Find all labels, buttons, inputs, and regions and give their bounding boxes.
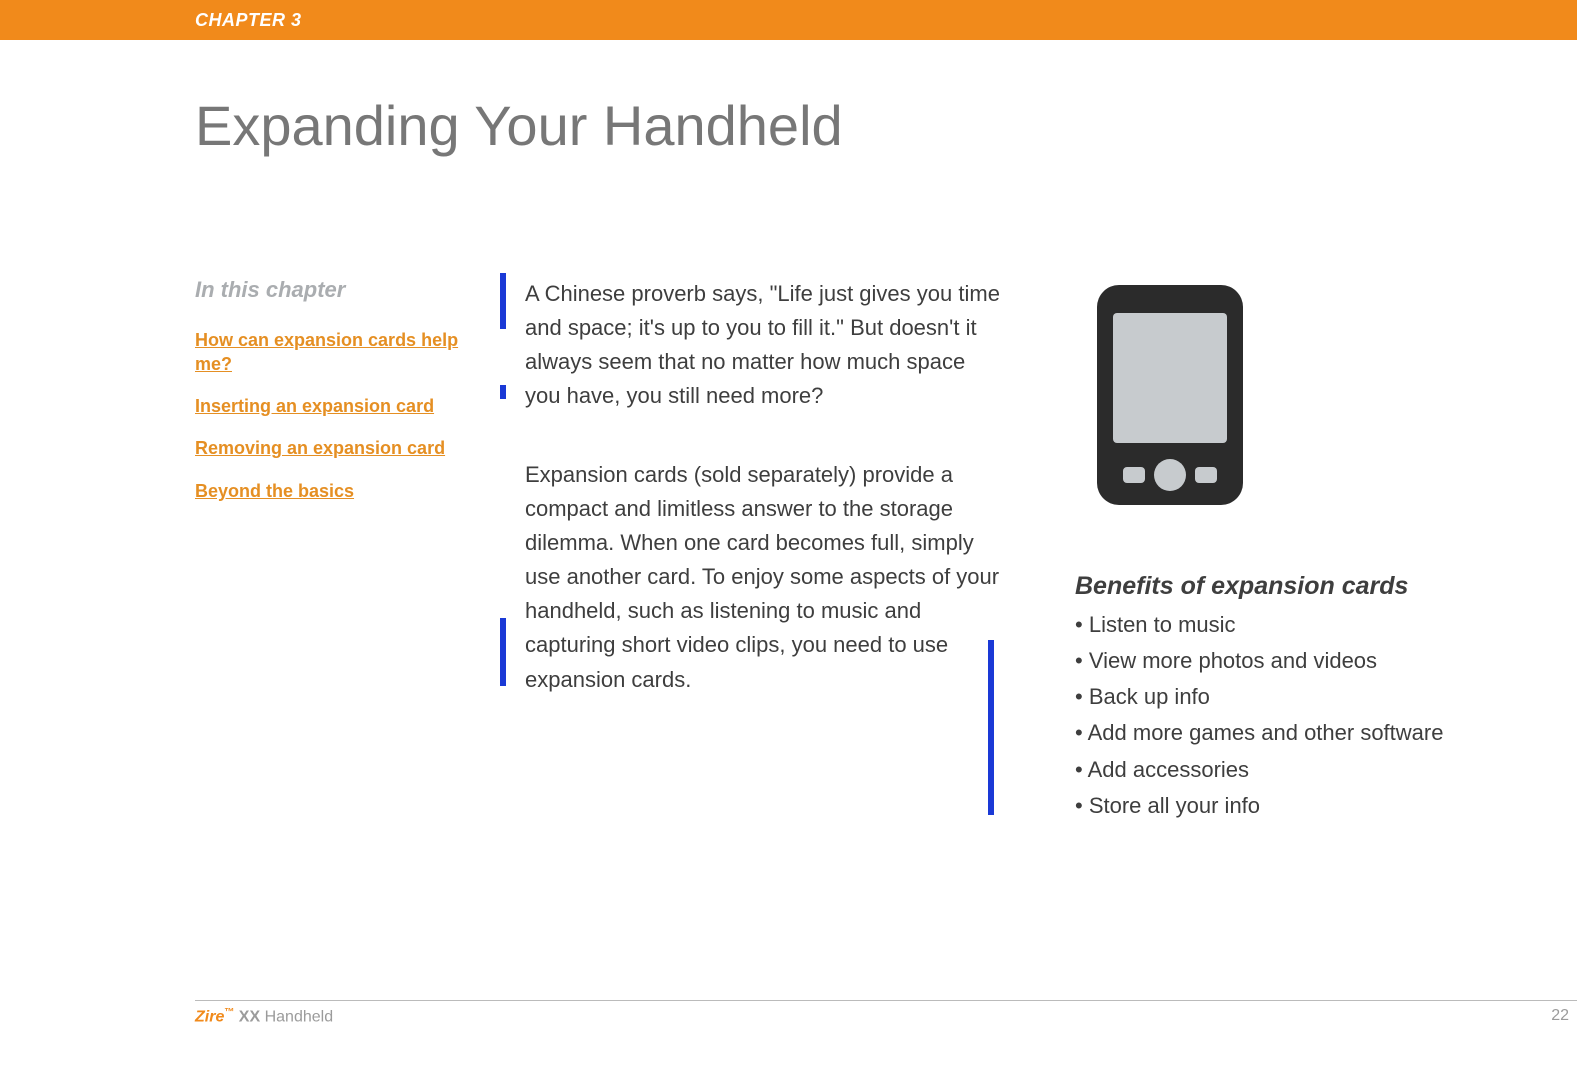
columns: In this chapter How can expansion cards …: [195, 277, 1577, 825]
footer-product-desc: Handheld: [260, 1008, 333, 1025]
toc-link-removing[interactable]: Removing an expansion card: [195, 436, 495, 460]
text-column: A Chinese proverb says, "Life just gives…: [505, 277, 1005, 742]
guide-marker: [988, 640, 994, 815]
chapter-header-bar: CHAPTER 3: [0, 0, 1577, 40]
benefits-list: Listen to music View more photos and vid…: [1075, 607, 1505, 825]
benefit-item-games: Add more games and other software: [1075, 715, 1505, 751]
page-title: Expanding Your Handheld: [195, 95, 1577, 157]
footer-model: XX: [234, 1008, 260, 1025]
benefit-item-accessories: Add accessories: [1075, 752, 1505, 788]
footer-page-number: 22: [1551, 1007, 1577, 1026]
benefit-item-photos: View more photos and videos: [1075, 643, 1505, 679]
benefit-item-backup: Back up info: [1075, 679, 1505, 715]
footer-tm: ™: [224, 1007, 234, 1018]
chapter-label: CHAPTER 3: [195, 10, 302, 30]
benefit-item-music: Listen to music: [1075, 607, 1505, 643]
footer-left: Zire™ XX Handheld: [195, 1007, 333, 1026]
toc-link-beyond-basics[interactable]: Beyond the basics: [195, 479, 495, 503]
intro-paragraph-2: Expansion cards (sold separately) provid…: [525, 458, 1005, 697]
footer-brand: Zire: [195, 1008, 224, 1025]
benefits-heading: Benefits of expansion cards: [1075, 572, 1505, 601]
side-column: Benefits of expansion cards Listen to mu…: [1075, 277, 1505, 825]
handheld-device-icon: [1075, 277, 1265, 537]
guide-marker: [500, 618, 506, 686]
toc-link-how-help[interactable]: How can expansion cards help me?: [195, 328, 495, 377]
page-body: Expanding Your Handheld In this chapter …: [0, 40, 1577, 824]
guide-marker: [500, 385, 506, 399]
intro-paragraph-1: A Chinese proverb says, "Life just gives…: [525, 277, 1005, 413]
toc-column: In this chapter How can expansion cards …: [195, 277, 505, 521]
benefit-item-store: Store all your info: [1075, 788, 1505, 824]
toc-heading: In this chapter: [195, 277, 495, 303]
toc-link-inserting[interactable]: Inserting an expansion card: [195, 394, 495, 418]
page-footer: Zire™ XX Handheld 22: [195, 1000, 1577, 1026]
guide-marker: [500, 273, 506, 329]
